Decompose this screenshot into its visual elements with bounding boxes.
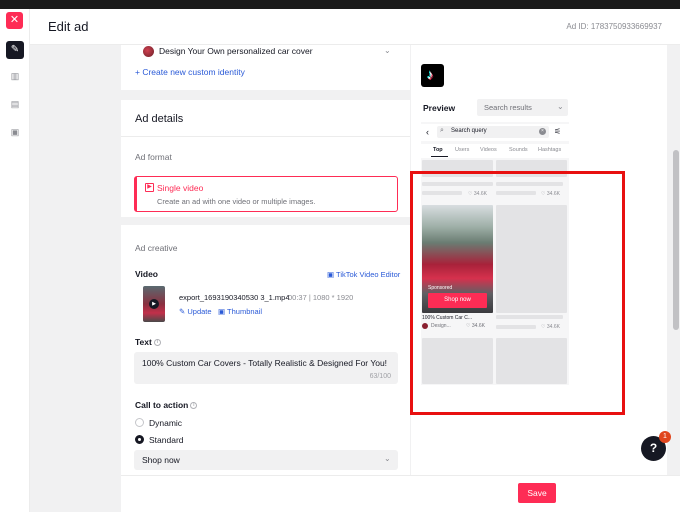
- tab-users: Users: [455, 147, 470, 153]
- editor-icon: ▣: [327, 270, 337, 279]
- preview-label: Preview: [423, 103, 456, 113]
- video-filename: export_1693190340530 3_1.mp4: [179, 293, 290, 302]
- update-label: Update: [187, 307, 212, 316]
- tab-top: Top: [433, 147, 443, 153]
- ad-text-field[interactable]: 100% Custom Car Covers - Totally Realist…: [134, 352, 398, 384]
- preview-search-box: ⌕ Search query ×: [437, 126, 549, 138]
- cta-dynamic-radio[interactable]: [135, 418, 144, 427]
- image-icon[interactable]: ▣: [10, 127, 20, 137]
- identity-avatar: [143, 46, 154, 57]
- chevron-down-icon: ⌄: [557, 102, 564, 111]
- footer-bar: [121, 475, 680, 512]
- clear-icon: ×: [539, 128, 546, 135]
- chart-icon[interactable]: ▥: [10, 71, 20, 81]
- highlight-box: [410, 171, 625, 415]
- text-label-text: Text: [135, 337, 152, 347]
- thumbnail-link[interactable]: ▣ Thumbnail: [218, 307, 262, 316]
- identity-label: Design Your Own personalized car cover: [159, 46, 313, 56]
- page-header: Edit ad Ad ID: 1783750933669937: [30, 9, 680, 45]
- placement-select-value: Search results: [484, 103, 532, 112]
- tab-sounds: Sounds: [509, 147, 528, 153]
- cta-standard-radio[interactable]: [135, 435, 144, 444]
- info-icon[interactable]: i: [190, 402, 198, 410]
- single-video-option[interactable]: ▶ Single video Create an ad with one vid…: [134, 176, 398, 212]
- cta-dynamic-label[interactable]: Dynamic: [149, 418, 182, 428]
- video-icon: ▶: [145, 183, 154, 192]
- tab-videos: Videos: [480, 147, 497, 153]
- cta-select[interactable]: Shop now ⌄: [134, 450, 398, 470]
- video-thumbnail[interactable]: ▶: [143, 286, 165, 322]
- cta-label-text: Call to action: [135, 400, 189, 410]
- ad-creative-title: Ad creative: [135, 243, 178, 253]
- cta-standard-label[interactable]: Standard: [149, 435, 184, 445]
- tiktok-video-editor-link[interactable]: ▣ TikTok Video Editor: [327, 270, 400, 279]
- info-icon[interactable]: i: [153, 339, 161, 347]
- document-icon[interactable]: ▤: [10, 99, 20, 109]
- tab-underline: [431, 156, 448, 157]
- cta-select-value: Shop now: [142, 455, 180, 465]
- placement-select[interactable]: Search results ⌄: [477, 99, 568, 116]
- ad-details-title: Ad details: [135, 113, 184, 125]
- ad-text-value: 100% Custom Car Covers - Totally Realist…: [142, 358, 388, 368]
- filter-icon: ⚟: [554, 127, 562, 136]
- text-label: Text i: [135, 337, 161, 347]
- chevron-down-icon: ⌄: [384, 454, 391, 463]
- video-label: Video: [135, 269, 158, 279]
- single-video-description: Create an ad with one video or multiple …: [157, 197, 316, 206]
- divider: [121, 136, 410, 137]
- notification-badge: 1: [659, 431, 671, 443]
- play-icon[interactable]: ▶: [149, 299, 159, 309]
- ad-text-count: 63/100: [369, 373, 391, 380]
- back-arrow-icon: ‹: [426, 127, 429, 137]
- preview-search-query: Search query: [451, 128, 487, 134]
- tiktok-note-icon: ♪: [427, 67, 434, 82]
- cta-label: Call to action i: [135, 400, 198, 410]
- tiktok-video-editor-label: TikTok Video Editor: [336, 270, 401, 279]
- chevron-down-icon[interactable]: ⌄: [384, 46, 391, 55]
- page-title: Edit ad: [48, 19, 89, 34]
- close-icon[interactable]: ✕: [6, 12, 23, 29]
- single-video-title: Single video: [157, 183, 204, 193]
- search-icon: ⌕: [440, 127, 444, 134]
- create-identity-link[interactable]: + Create new custom identity: [135, 67, 245, 77]
- edit-icon[interactable]: ✎: [6, 41, 24, 59]
- tab-hashtags: Hashtags: [538, 147, 562, 153]
- image-icon: ▣: [218, 307, 228, 316]
- save-button[interactable]: Save: [518, 483, 556, 503]
- left-rail: ✕ ✎ ▥ ▤ ▣: [0, 9, 30, 512]
- update-video-link[interactable]: ✎ Update: [179, 307, 212, 316]
- scrollbar-thumb[interactable]: [673, 150, 679, 330]
- ad-format-label: Ad format: [135, 152, 172, 162]
- tiktok-logo-icon: ♪: [421, 64, 444, 87]
- window-top-bar: [0, 0, 680, 9]
- ad-id: Ad ID: 1783750933669937: [566, 22, 662, 31]
- thumbnail-label: Thumbnail: [227, 307, 263, 316]
- video-meta: 00:37 | 1080 * 1920: [288, 293, 354, 302]
